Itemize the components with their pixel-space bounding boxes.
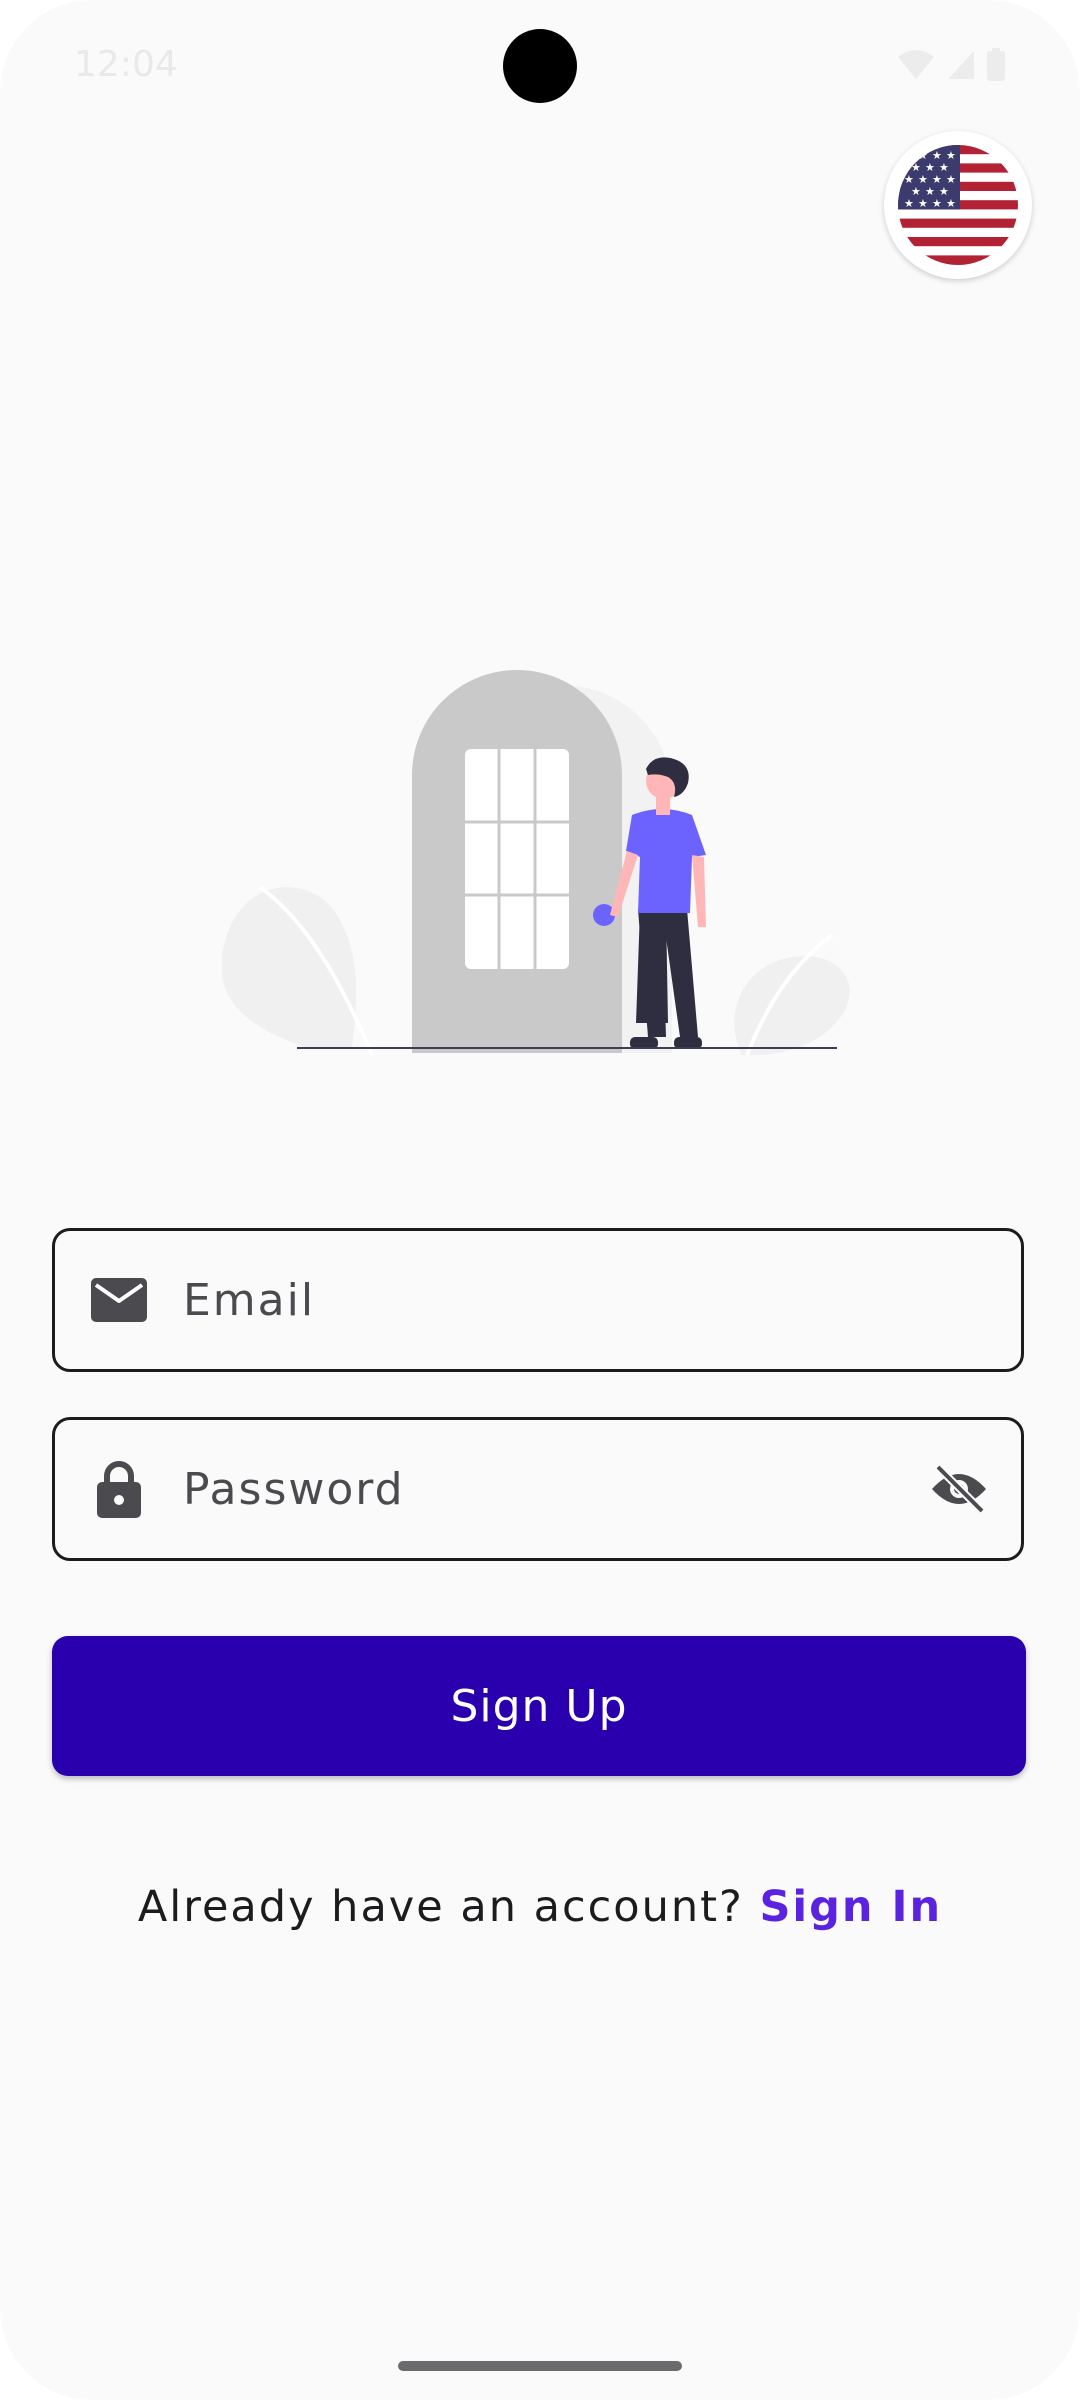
password-placeholder: Password (183, 1463, 405, 1515)
svg-text:★: ★ (932, 197, 942, 210)
svg-text:★: ★ (904, 197, 914, 210)
sign-in-prompt: Already have an account? Sign In (0, 1882, 1080, 1932)
app-screen: 12:04 ★ ★ ★ ★ ★ ★ ★ ★ ★ ★ ★ ★ ★ ★ ★ ★ ★ … (0, 0, 1080, 2400)
sign-up-button[interactable]: Sign Up (52, 1636, 1026, 1776)
visibility-off-icon[interactable] (927, 1457, 991, 1521)
sign-in-link[interactable]: Sign In (759, 1882, 942, 1932)
home-indicator[interactable] (398, 2361, 682, 2371)
email-field[interactable]: Email (52, 1228, 1024, 1372)
svg-text:★: ★ (918, 197, 928, 210)
wifi-icon (898, 50, 934, 79)
us-flag-icon: ★ ★ ★ ★ ★ ★ ★ ★ ★ ★ ★ ★ ★ ★ ★ ★ ★ ★ (898, 145, 1018, 265)
status-icons (896, 48, 1006, 82)
door-illustration (222, 670, 850, 1056)
language-flag-button[interactable]: ★ ★ ★ ★ ★ ★ ★ ★ ★ ★ ★ ★ ★ ★ ★ ★ ★ ★ (884, 131, 1032, 279)
battery-icon (987, 48, 1005, 81)
password-field[interactable]: Password (52, 1417, 1024, 1561)
lock-icon (89, 1459, 149, 1519)
email-envelope-icon (89, 1270, 149, 1330)
svg-text:★: ★ (946, 197, 956, 210)
email-placeholder: Email (183, 1274, 316, 1326)
sign-in-prompt-text: Already have an account? (137, 1882, 760, 1932)
status-time: 12:04 (74, 44, 178, 85)
status-bar: 12:04 (0, 0, 1080, 130)
camera-cutout (503, 29, 577, 103)
signal-icon (948, 51, 974, 79)
svg-text:★: ★ (904, 149, 914, 162)
